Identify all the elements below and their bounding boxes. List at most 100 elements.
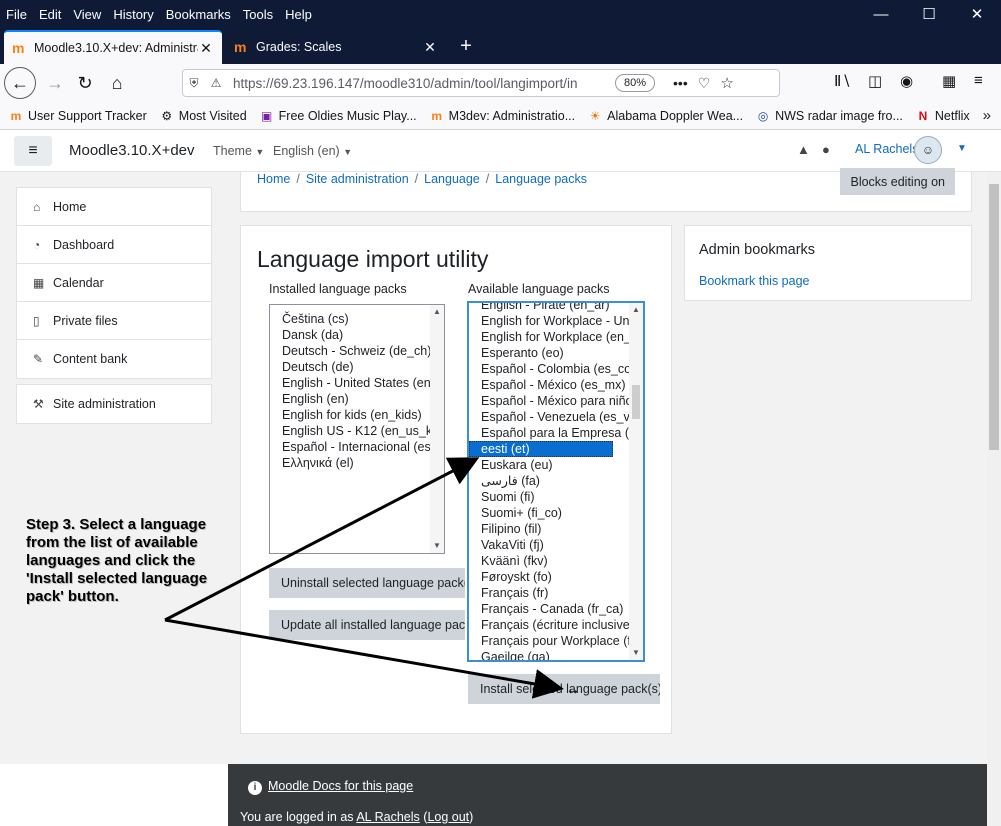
available-option[interactable]: VakaViti (fj) (469, 537, 643, 553)
available-option[interactable]: Kväänì (fkv) (469, 553, 643, 569)
avatar[interactable]: ☺ (914, 136, 942, 164)
available-option[interactable]: Français (écriture inclusive) (469, 617, 643, 633)
update-all-button[interactable]: Update all installed language packs (269, 610, 465, 640)
account-icon[interactable]: ◉ (900, 72, 913, 90)
available-option[interactable]: Esperanto (eo) (469, 345, 643, 361)
available-option[interactable]: Suomi (fi) (469, 489, 643, 505)
installed-option[interactable]: English (en) (270, 391, 444, 407)
menu-item-edit[interactable]: Edit (37, 7, 63, 22)
installed-option[interactable]: Deutsch - Schweiz (de_ch) (270, 343, 444, 359)
breadcrumb-language-packs[interactable]: Language packs (495, 172, 587, 186)
minimize-icon[interactable]: — (857, 0, 905, 28)
sidebar-item-content-bank[interactable]: ✎ Content bank (17, 340, 211, 378)
zoom-level[interactable]: 80% (615, 74, 656, 92)
available-option[interactable]: Føroyskt (fo) (469, 569, 643, 585)
theme-menu[interactable]: Theme ▼ (213, 144, 264, 158)
pocket-icon[interactable]: ♡ (698, 75, 711, 92)
install-button[interactable]: Install selected language pack(s) (468, 674, 660, 704)
back-icon[interactable]: ← (4, 67, 36, 99)
breadcrumb-site-administration[interactable]: Site administration (306, 172, 409, 186)
bookmark-most-visited[interactable]: ⚙ Most Visited (159, 109, 246, 123)
bookmark-netflix[interactable]: N Netflix (915, 109, 970, 123)
available-option[interactable]: Euskara (eu) (469, 457, 643, 473)
caret-down-icon[interactable]: ▼ (957, 143, 967, 154)
logout-link[interactable]: Log out (427, 810, 469, 824)
tab-moodle-admin[interactable]: m Moodle3.10.X+dev: Administra ✕ (4, 30, 222, 64)
installed-option[interactable]: English US - K12 (en_us_k12 (270, 423, 444, 439)
chat-icon[interactable]: ● (822, 142, 830, 157)
scroll-down-icon[interactable]: ▼ (430, 539, 444, 553)
available-option[interactable]: Español - Colombia (es_co) (469, 361, 643, 377)
shield-icon[interactable]: ⛨ (183, 76, 205, 91)
available-option[interactable]: فارسی (fa) (469, 473, 643, 489)
sidebar-item-calendar[interactable]: ▦ Calendar (17, 264, 211, 302)
language-menu[interactable]: English (en) ▼ (273, 144, 352, 158)
available-option[interactable]: Español - México para niño (469, 393, 643, 409)
user-menu[interactable]: AL Rachels (855, 142, 918, 156)
available-option[interactable]: Español - Venezuela (es_ve) (469, 409, 643, 425)
menu-item-file[interactable]: File (4, 7, 29, 22)
extensions-icon[interactable]: ▦ (942, 72, 956, 90)
sidebar-item-site-administration[interactable]: ⚒ Site administration (17, 385, 211, 423)
menu-item-tools[interactable]: Tools (241, 7, 275, 22)
installed-option[interactable]: Español - Internacional (es) (270, 439, 444, 455)
available-option[interactable]: English for Workplace - Uni (469, 313, 643, 329)
scroll-up-icon[interactable]: ▲ (629, 303, 643, 317)
available-option[interactable]: Español para la Empresa (es (469, 425, 643, 441)
bookmark-m3dev[interactable]: m M3dev: Administratio... (429, 109, 575, 123)
new-tab-icon[interactable]: + (455, 32, 477, 60)
available-option[interactable]: Español - México (es_mx) (469, 377, 643, 393)
available-option[interactable]: English - Pirate (en_ar) (469, 303, 643, 313)
sidebar-item-home[interactable]: ⌂ Home (17, 188, 211, 226)
available-option[interactable]: English for Workplace (en_w (469, 329, 643, 345)
insecure-lock-icon[interactable]: ⚠ (205, 76, 227, 90)
sidebar-item-dashboard[interactable]: ◔ Dashboard (17, 226, 211, 264)
installed-scrollbar[interactable]: ▲ ▼ (430, 305, 444, 553)
scrollbar-thumb[interactable] (989, 184, 999, 450)
sidebar-item-private-files[interactable]: ▯ Private files (17, 302, 211, 340)
bookmark-nws-radar[interactable]: ◎ NWS radar image fro... (755, 109, 903, 123)
uninstall-button[interactable]: Uninstall selected language pack(s) (269, 568, 465, 598)
library-icon[interactable]: Ⅱ∖ (834, 72, 851, 90)
sidebar-toggle-icon[interactable]: ◫ (868, 72, 882, 90)
breadcrumb-home[interactable]: Home (257, 172, 290, 186)
close-icon[interactable]: ✕ (953, 0, 1001, 28)
installed-option[interactable]: Ελληνικά (el) (270, 455, 444, 471)
installed-packs-select[interactable]: Čeština (cs) Dansk (da) Deutsch - Schweiz … (269, 304, 445, 554)
bookmark-user-support-tracker[interactable]: m User Support Tracker (8, 109, 147, 123)
available-option[interactable]: Français pour Workplace (fr (469, 633, 643, 649)
available-option-selected[interactable]: eesti (et) (469, 441, 613, 457)
close-tab-icon[interactable]: ✕ (422, 39, 438, 56)
available-packs-select[interactable]: English - Pirate (en_ar) English for Work… (467, 301, 645, 662)
available-option[interactable]: Suomi+ (fi_co) (469, 505, 643, 521)
menu-item-view[interactable]: View (71, 7, 103, 22)
site-brand[interactable]: Moodle3.10.X+dev (69, 142, 195, 159)
scroll-down-icon[interactable]: ▼ (629, 646, 643, 660)
available-option[interactable]: Français (fr) (469, 585, 643, 601)
menu-item-history[interactable]: History (111, 7, 155, 22)
scroll-up-icon[interactable]: ▲ (430, 305, 444, 319)
moodle-docs-link[interactable]: Moodle Docs for this page (268, 779, 413, 793)
maximize-icon[interactable]: ☐ (905, 0, 953, 28)
installed-option[interactable]: Čeština (cs) (270, 311, 444, 327)
bookmark-this-page-link[interactable]: Bookmark this page (699, 274, 809, 288)
drawer-toggle-icon[interactable]: ≡ (14, 136, 52, 166)
blocks-editing-button[interactable]: Blocks editing on (840, 168, 955, 195)
breadcrumb-language[interactable]: Language (424, 172, 480, 186)
forward-icon[interactable]: → (40, 68, 70, 98)
tab-grades-scales[interactable]: m Grades: Scales ✕ (226, 30, 446, 64)
chevron-right-icon[interactable]: » (983, 107, 991, 124)
hamburger-menu-icon[interactable]: ≡ (974, 72, 983, 89)
bookmark-star-icon[interactable]: ☆ (720, 74, 733, 92)
bookmark-alabama-doppler[interactable]: ☀ Alabama Doppler Wea... (587, 109, 743, 123)
available-option[interactable]: Gaeilge (ga) (469, 649, 643, 660)
home-icon[interactable]: ⌂ (102, 68, 132, 98)
bell-icon[interactable]: ▲ (797, 142, 810, 157)
page-scrollbar[interactable] (987, 172, 1001, 826)
installed-option[interactable]: Dansk (da) (270, 327, 444, 343)
close-tab-icon[interactable]: ✕ (198, 40, 214, 57)
profile-link[interactable]: AL Rachels (356, 810, 419, 824)
menu-item-help[interactable]: Help (283, 7, 314, 22)
installed-option[interactable]: Deutsch (de) (270, 359, 444, 375)
available-option[interactable]: Français - Canada (fr_ca) (469, 601, 643, 617)
